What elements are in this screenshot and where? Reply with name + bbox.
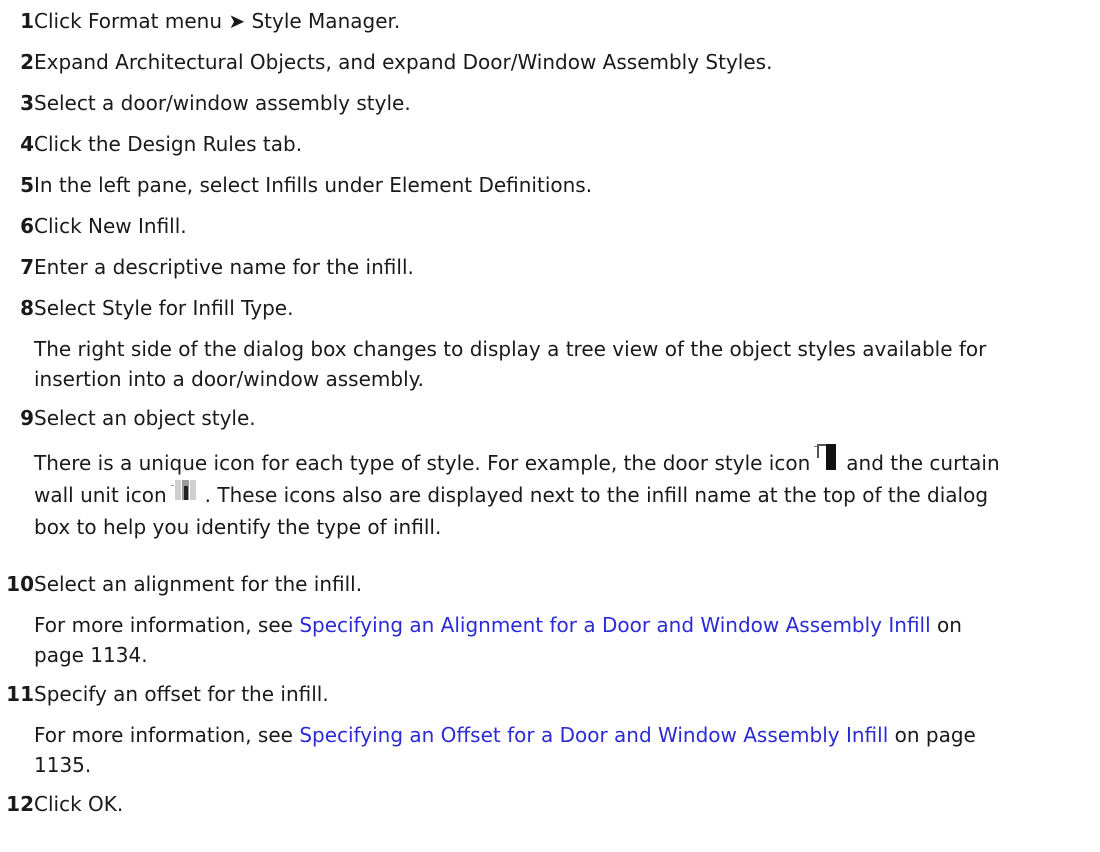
door-style-icon [814,444,842,474]
note-line: box to help you identify the type of inf… [34,515,442,539]
step-text: Select an object style. [34,406,256,430]
step-number: 3 [20,91,34,115]
step-9-note: There is a unique icon for each type of … [34,444,1084,543]
step-number: 8 [20,296,34,320]
offset-topic-link[interactable]: Specifying an Offset for a Door and Wind… [299,723,888,747]
page-reference: 1135. [34,753,92,777]
step-number: 5 [20,173,34,197]
step-number: 9 [20,406,34,430]
step-number: 7 [20,255,34,279]
note-text: and the curtain [846,451,1000,475]
note-line: wall unit icon . These icons also are dis… [34,479,1084,511]
step-text: Specify an offset for the infill. [34,682,329,706]
note-text: There is a unique icon for each type of … [34,451,811,475]
step-number: 11 [6,682,34,706]
note-text: . These icons also are displayed next to… [204,483,989,507]
page-reference: page 1134. [34,643,148,667]
note-text: on page [888,723,976,747]
step-number: 1 [20,9,34,33]
step-text: Select a door/window assembly style. [34,91,411,115]
note-line: insertion into a door/window assembly. [34,367,424,391]
curtain-wall-unit-icon [170,480,201,502]
note-text: wall unit icon [34,483,167,507]
procedure-document: 1 Click Format menu ➤ Style Manager. 2 E… [0,0,1100,852]
note-line: There is a unique icon for each type of … [34,444,1084,479]
step-number: 6 [20,214,34,238]
note-text: For more information, see [34,613,300,637]
step-number: 4 [20,132,34,156]
step-number: 2 [20,50,34,74]
step-11-note: For more information, see Specifying an … [34,720,1084,780]
step-text: Select an alignment for the infill. [34,572,363,596]
note-text: on [930,613,962,637]
step-number: 12 [6,792,34,816]
note-text: For more information, see [34,723,300,747]
step-text: Enter a descriptive name for the infill. [34,255,414,279]
note-line: For more information, see Specifying an … [34,610,1084,640]
note-line: The right side of the dialog box changes… [34,337,987,361]
alignment-topic-link[interactable]: Specifying an Alignment for a Door and W… [299,613,930,637]
step-text: Click OK. [34,792,124,816]
step-number: 10 [6,572,34,596]
step-text: Click the Design Rules tab. [34,132,303,156]
step-10-note: For more information, see Specifying an … [34,610,1084,670]
note-line: For more information, see Specifying an … [34,720,1084,750]
step-8-note: The right side of the dialog box changes… [34,334,1084,394]
step-text: Click Format menu ➤ Style Manager. [34,9,401,33]
step-text: In the left pane, select Infills under E… [34,173,593,197]
step-text: Expand Architectural Objects, and expand… [34,50,773,74]
step-text: Select Style for Infill Type. [34,296,294,320]
step-text: Click New Infill. [34,214,187,238]
